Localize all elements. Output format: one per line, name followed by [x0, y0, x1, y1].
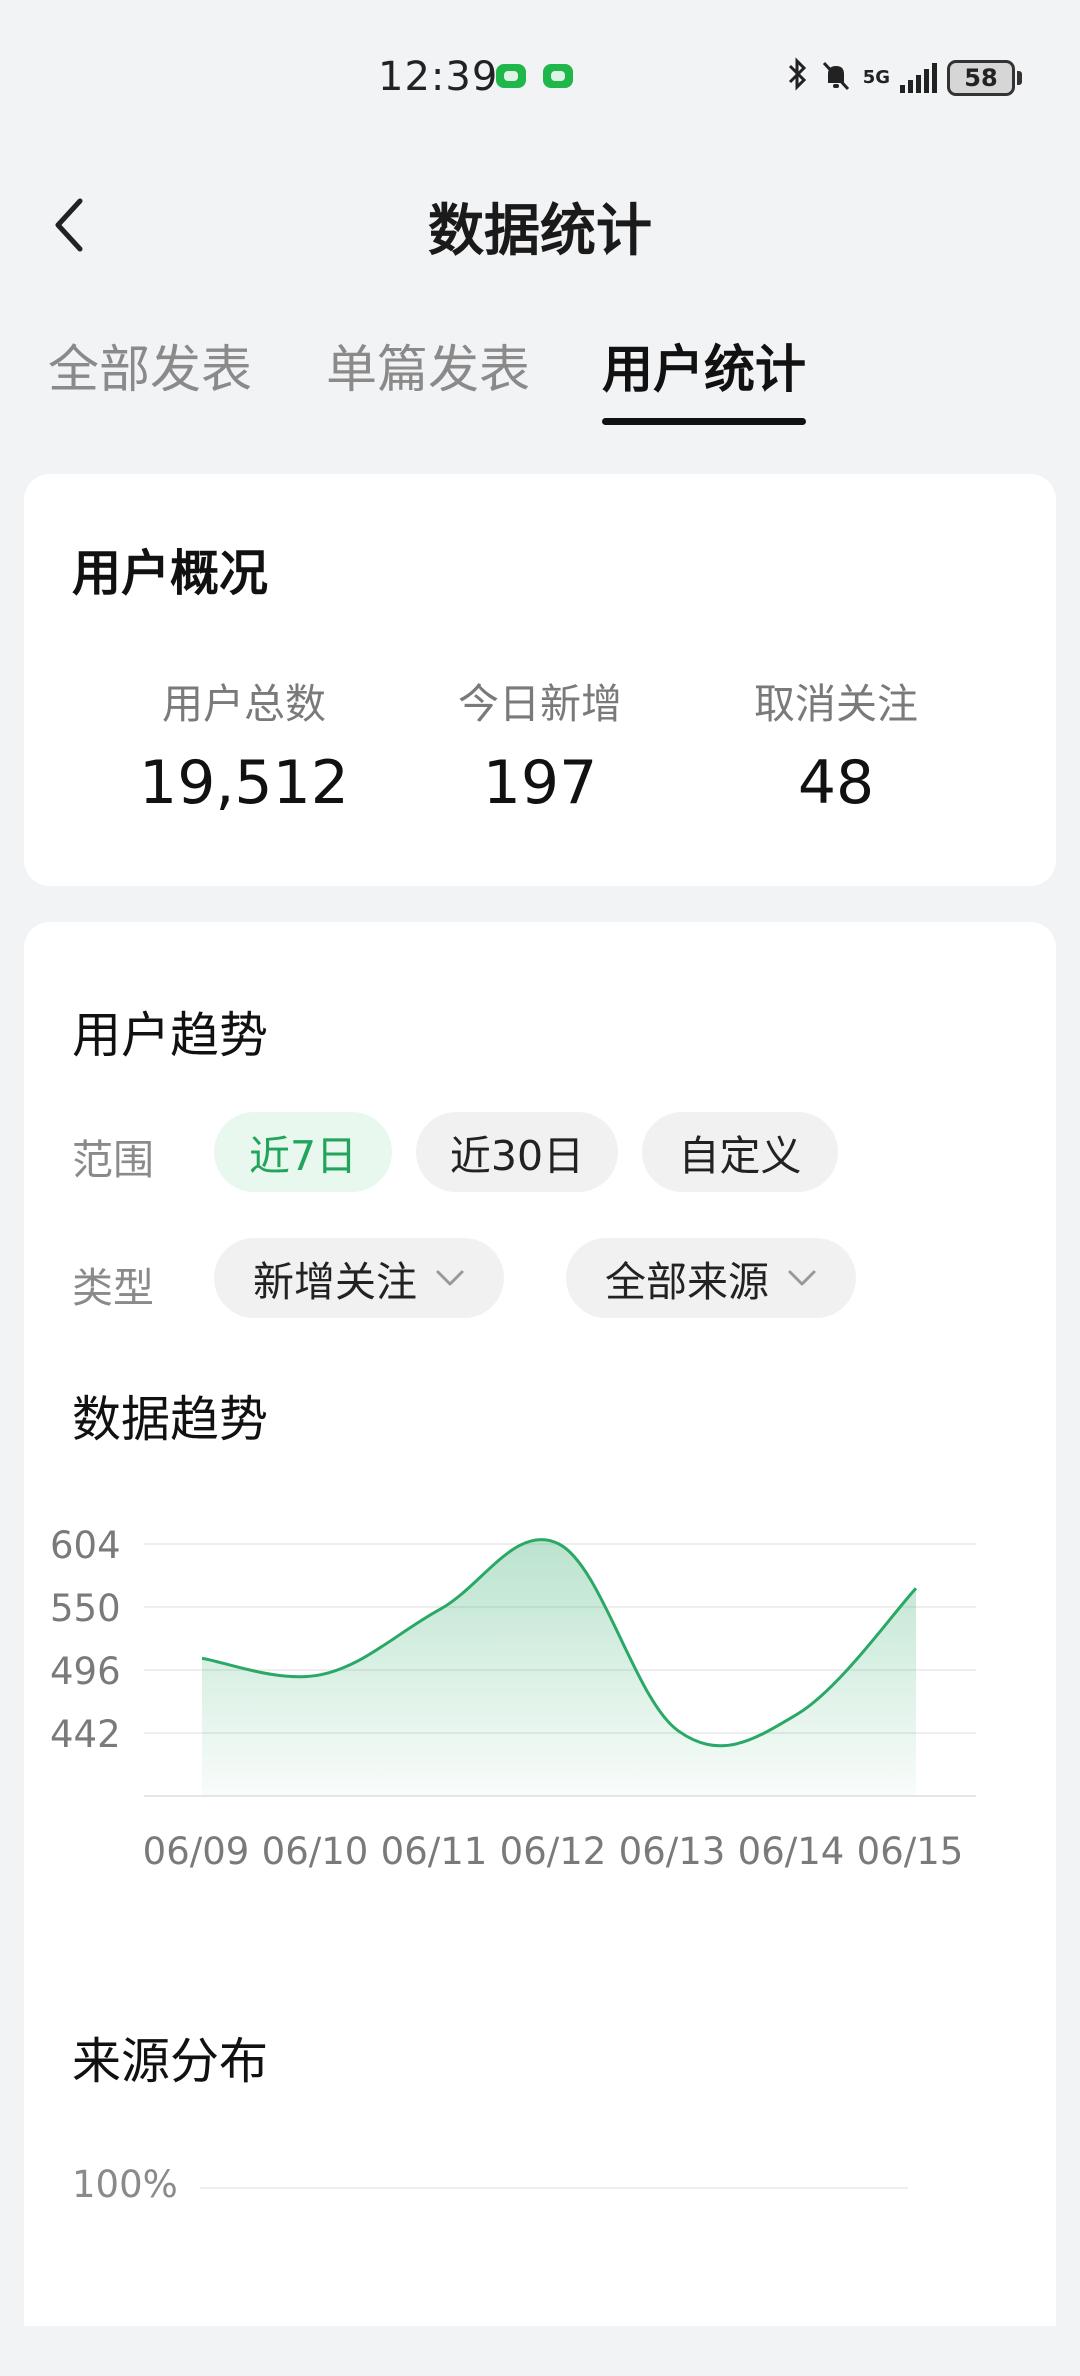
- stat-new-today: 今日新增 197: [390, 670, 690, 818]
- bluetooth-icon: [787, 57, 809, 99]
- signal-icon: [900, 63, 937, 93]
- trend-area-fill: [202, 1539, 916, 1796]
- tab-user-stats[interactable]: 用户统计: [602, 328, 806, 402]
- stat-total-users: 用户总数 19,512: [94, 670, 394, 818]
- x-tick-label: 06/13: [619, 1830, 726, 1873]
- x-tick-label: 06/09: [143, 1830, 250, 1873]
- stat-label: 用户总数: [162, 680, 326, 728]
- y-tick-label: 496: [50, 1650, 121, 1693]
- x-tick-label: 06/11: [381, 1830, 488, 1873]
- x-tick-label: 06/12: [500, 1830, 607, 1873]
- mute-icon: [819, 59, 853, 97]
- stat-value: 19,512: [139, 748, 349, 818]
- x-tick-label: 06/15: [857, 1830, 964, 1873]
- stat-unfollow: 取消关注 48: [686, 670, 986, 818]
- user-trend-card: 用户趋势 范围 近7日 近30日 自定义 类型 新增关注 全部来源 数据趋势 4…: [24, 922, 1056, 2326]
- battery-level: 58: [947, 60, 1015, 96]
- y-tick-label: 442: [50, 1713, 121, 1756]
- stat-label: 今日新增: [458, 680, 622, 728]
- battery-icon: 58: [947, 60, 1022, 96]
- tab-bar: 全部发表 单篇发表 用户统计: [0, 328, 1080, 428]
- network-type: 5G: [862, 67, 890, 88]
- x-tick-label: 06/10: [262, 1830, 369, 1873]
- overview-title: 用户概况: [72, 545, 269, 602]
- page-title: 数据统计: [428, 199, 652, 264]
- y-tick-label: 604: [50, 1524, 121, 1567]
- stat-value: 197: [482, 748, 598, 818]
- tab-single-post[interactable]: 单篇发表: [326, 328, 530, 402]
- source-distribution-title: 来源分布: [72, 2033, 269, 2090]
- status-time: 12:39: [378, 54, 499, 100]
- x-tick-label: 06/14: [738, 1830, 845, 1873]
- active-tab-indicator: [602, 418, 806, 425]
- wechat-notification-icon: [496, 64, 526, 88]
- user-overview-card: 用户概况 用户总数 19,512 今日新增 197 取消关注 48: [24, 474, 1056, 886]
- stat-value: 48: [797, 748, 875, 818]
- wechat-notification-icon: [543, 64, 573, 88]
- y-tick-label: 550: [50, 1587, 121, 1630]
- stat-label: 取消关注: [754, 680, 918, 728]
- status-bar: 12:39 5G 58: [0, 0, 1080, 150]
- tab-all-posts[interactable]: 全部发表: [48, 328, 252, 402]
- source-y-tick-label: 100%: [72, 2163, 178, 2206]
- trend-chart: 442 496 550 604 06/09 06/10 06/11 06/12 06/13 06/…: [50, 1524, 976, 1873]
